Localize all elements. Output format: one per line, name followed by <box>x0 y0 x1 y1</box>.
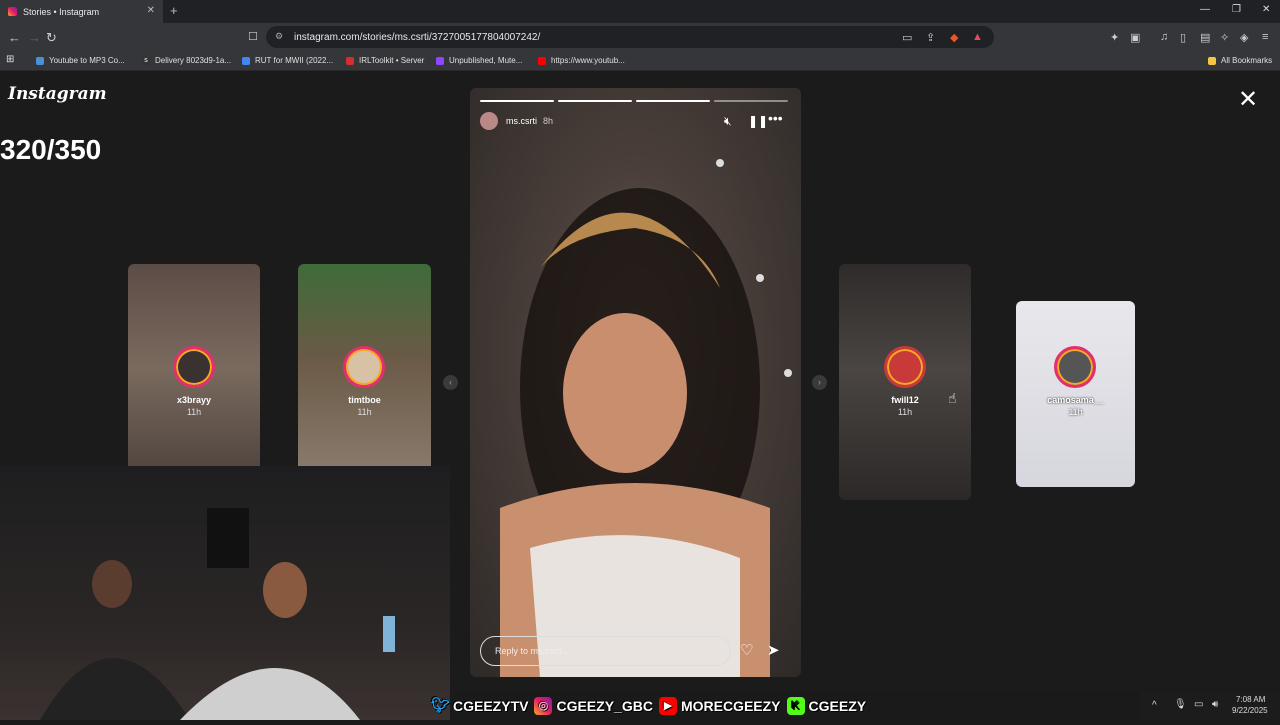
bookmark-item[interactable]: Youtube to MP3 Co... <box>36 56 125 65</box>
tab-title: Stories • Instagram <box>23 6 100 17</box>
tab-bar: Stories • Instagram ✕ + — ❐ ✕ <box>0 0 1280 23</box>
leo-icon[interactable]: ✧ <box>1220 31 1229 44</box>
volume-icon[interactable]: 🔊︎ <box>1212 699 1218 710</box>
youtube-icon: ▶ <box>658 697 677 715</box>
clock-time[interactable]: 7:08 AM <box>1236 695 1265 704</box>
back-icon[interactable]: ← <box>8 30 21 45</box>
instagram-handle: CGEEZY_GBC <box>556 698 653 714</box>
browser-toolbar: ← → ↻ ☐ ⚙ instagram.com/stories/ms.csrti… <box>0 23 1280 52</box>
brave-shield-icon[interactable]: ◆ <box>950 31 958 44</box>
side-story-timtboe[interactable]: timtboe 11h <box>298 264 431 474</box>
story-image <box>500 159 792 677</box>
window-close-icon[interactable]: ✕ <box>1262 4 1270 15</box>
extensions-icon[interactable]: ✦ <box>1110 31 1119 44</box>
sidebar-icon[interactable]: ▯ <box>1180 31 1186 44</box>
story-username: x3brayy <box>176 395 212 405</box>
system-tray: ^ 🎙︎ ▭ 🔊︎ 7:08 AM 9/22/2025 <box>1140 692 1280 720</box>
address-bar[interactable]: ⚙ instagram.com/stories/ms.csrti/3727005… <box>266 26 994 48</box>
mouse-cursor-hand-icon: ☝ <box>948 390 957 406</box>
youtube-icon <box>538 56 546 65</box>
microphone-icon[interactable]: 🎙︎ <box>1174 699 1187 710</box>
reply-placeholder: Reply to ms.csrti... <box>495 646 570 656</box>
twitter-icon: 🐦︎ <box>431 697 451 714</box>
side-story-x3brayy[interactable]: x3brayy 11h <box>128 264 260 474</box>
bookmark-icon[interactable]: ☐ <box>248 30 258 43</box>
tray-expand-icon[interactable]: ^ <box>1152 700 1157 711</box>
bookmark-favicon-icon <box>346 56 354 65</box>
tab-instagram-stories[interactable]: Stories • Instagram ✕ <box>0 0 163 23</box>
instagram-icon: ◎ <box>534 697 553 715</box>
kick-icon: K <box>786 697 805 715</box>
tab-close-icon[interactable]: ✕ <box>147 5 155 16</box>
all-bookmarks[interactable]: All Bookmarks <box>1208 56 1272 65</box>
new-tab-icon[interactable]: + <box>170 3 178 18</box>
story-avatar <box>1054 346 1096 388</box>
maximize-icon[interactable]: ❐ <box>1232 4 1241 15</box>
network-icon[interactable]: ▭ <box>1194 699 1203 710</box>
docs-icon <box>242 56 250 65</box>
vpn-icon[interactable]: ◈ <box>1240 31 1248 44</box>
forward-icon[interactable]: → <box>28 30 41 45</box>
story-username: timtboe <box>348 395 381 405</box>
bookmark-favicon-icon <box>36 56 44 65</box>
bookmark-item[interactable]: s Delivery 8023d9-1a... <box>142 56 231 65</box>
side-story-camosama[interactable]: camosama__ 11h <box>1016 301 1135 487</box>
webcam-image <box>40 508 395 720</box>
instagram-favicon-icon <box>8 7 17 16</box>
menu-icon[interactable]: ≡ <box>1262 31 1268 43</box>
story-time: 11h <box>897 407 913 417</box>
webcam-overlay <box>0 466 450 720</box>
share-icon[interactable]: ⇪ <box>926 31 935 44</box>
folder-icon <box>1208 56 1216 65</box>
previous-story-arrow-icon[interactable]: ‹ <box>443 375 458 390</box>
close-stories-icon[interactable]: ✕ <box>1238 88 1258 112</box>
bookmark-favicon-icon: s <box>142 56 150 65</box>
bookmarks-bar: ⊞ Youtube to MP3 Co... s Delivery 8023d9-… <box>0 52 1280 71</box>
like-heart-icon[interactable]: ♡ <box>740 641 753 659</box>
cast-icon[interactable]: ▭ <box>902 31 912 44</box>
youtube-handle: MORECGEEZY <box>680 698 781 714</box>
instagram-logo[interactable]: Instagram <box>8 84 107 104</box>
story-time: 11h <box>186 407 202 417</box>
minimize-icon[interactable]: — <box>1200 4 1210 15</box>
main-story[interactable]: ms.csrti 8h 🔇︎ ❚❚ ••• Reply to ms.csrti.… <box>470 88 801 677</box>
social-handles-bar: 🐦︎ CGEEZYTV ◎ CGEEZY_GBC ▶ MORECGEEZY K … <box>425 693 866 719</box>
reload-icon[interactable]: ↻ <box>46 30 57 46</box>
story-counter: 320/350 <box>0 134 102 165</box>
send-icon[interactable]: ➤ <box>767 641 780 659</box>
bookmark-item[interactable]: IRLToolkit • Server <box>346 56 424 65</box>
side-story-fwill12[interactable]: fwill12 11h <box>839 264 971 500</box>
bookmark-item[interactable]: Unpublished, Mute... <box>436 56 522 65</box>
wallet-icon[interactable]: ▤ <box>1200 31 1210 44</box>
story-avatar <box>173 346 215 388</box>
bookmark-item[interactable]: RUT for MWII (2022... <box>242 56 333 65</box>
site-info-icon[interactable]: ⚙ <box>275 31 283 42</box>
apps-grid-icon[interactable]: ⊞ <box>6 54 14 65</box>
story-avatar <box>343 346 385 388</box>
next-story-arrow-icon[interactable]: › <box>812 375 827 390</box>
bookmark-item[interactable]: https://www.youtub... <box>538 56 625 65</box>
story-time: 11h <box>357 407 372 417</box>
story-username: camosama__ <box>1047 395 1104 405</box>
story-avatar <box>884 346 926 388</box>
twitter-handle: CGEEZYTV <box>453 698 529 714</box>
url-text: instagram.com/stories/ms.csrti/372700517… <box>294 31 541 43</box>
kick-handle: CGEEZY <box>808 698 867 714</box>
rewards-icon[interactable]: ▲ <box>972 31 983 43</box>
story-time: 11h <box>1068 407 1083 417</box>
media-icon[interactable]: ♫ <box>1160 31 1168 43</box>
screenshot-icon[interactable]: ▣ <box>1130 31 1140 44</box>
reply-input[interactable]: Reply to ms.csrti... <box>480 636 731 666</box>
clock-date[interactable]: 9/22/2025 <box>1232 706 1268 715</box>
twitch-icon <box>436 56 444 65</box>
